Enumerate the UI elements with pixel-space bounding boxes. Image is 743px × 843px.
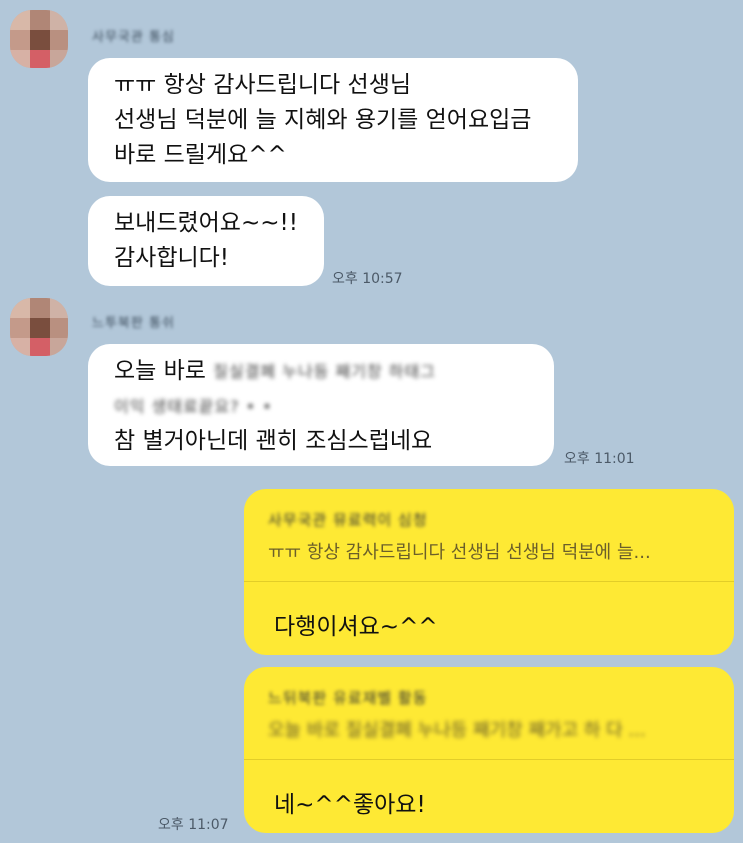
timestamp: 오후 11:07 <box>158 817 229 833</box>
sender-avatar[interactable] <box>10 298 68 356</box>
message-text: 바로 드릴게요^^ <box>114 142 287 168</box>
message-text: 네~^^좋아요! <box>274 792 426 818</box>
message-text: 감사합니다! <box>114 245 230 271</box>
blurred-text: 이익 생태료끝요? • • <box>114 397 273 416</box>
message-text: 보내드렸어요~~!! <box>114 210 298 236</box>
reply-divider <box>244 759 734 760</box>
message-text: 오늘 바로 <box>114 358 206 384</box>
message-text: 선생님 덕분에 늘 지혜와 용기를 얻어요입금 <box>114 107 532 133</box>
message-text: 다행이셔요~^^ <box>274 614 438 640</box>
blurred-text: 질실결폐 누나등 째기창 하태그 <box>213 362 436 381</box>
message-bubble[interactable]: 보내드렸어요~~!! 감사합니다! <box>88 196 324 286</box>
reply-preview-text: 오늘 바로 질실결폐 누나등 째기창 째가고 하 다 ... <box>268 720 646 741</box>
message-bubble[interactable]: 오늘 바로 질실결폐 누나등 째기창 하태그 이익 생태료끝요? • • 참 별… <box>88 344 554 466</box>
reply-preview-text: ㅠㅠ 항상 감사드립니다 선생님 선생님 덕분에 늘... <box>268 542 651 563</box>
message-bubble[interactable]: ㅠㅠ 항상 감사드립니다 선생님 선생님 덕분에 늘 지혜와 용기를 얻어요입금… <box>88 58 578 182</box>
sender-name: 느투북판 통쉬 <box>92 316 175 331</box>
reply-message-bubble[interactable]: 사무국관 뮤료력이 심청 ㅠㅠ 항상 감사드립니다 선생님 선생님 덕분에 늘.… <box>244 489 734 655</box>
timestamp: 오후 10:57 <box>332 271 403 287</box>
sender-avatar[interactable] <box>10 10 68 68</box>
reply-sender-name: 사무국관 뮤료력이 심청 <box>268 511 428 529</box>
timestamp: 오후 11:01 <box>564 451 635 467</box>
reply-divider <box>244 581 734 582</box>
reply-sender-name: 느뒤북판 유료재벨 활동 <box>268 689 428 707</box>
message-text: ㅠㅠ 항상 감사드립니다 선생님 <box>114 72 412 98</box>
message-text: 참 별거아닌데 괜히 조심스럽네요 <box>114 428 433 454</box>
sender-name: 사무국관 통심 <box>92 30 175 45</box>
reply-message-bubble[interactable]: 느뒤북판 유료재벨 활동 오늘 바로 질실결폐 누나등 째기창 째가고 하 다 … <box>244 667 734 833</box>
